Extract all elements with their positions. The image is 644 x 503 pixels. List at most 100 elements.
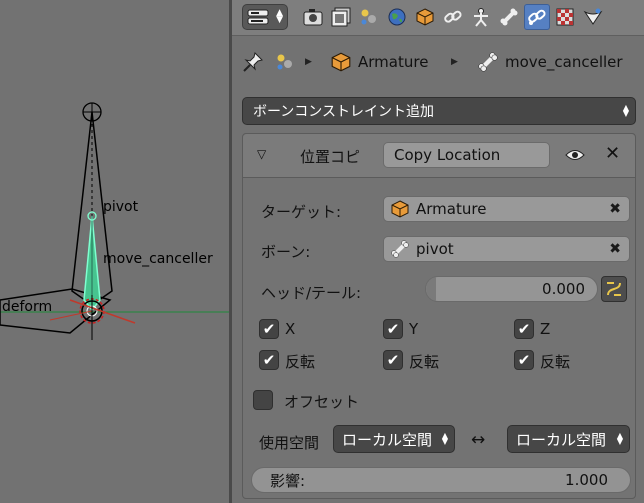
subtarget-bone-field[interactable]: pivot ✖ — [383, 236, 630, 262]
move-canceller-bone-label: move_canceller — [103, 251, 213, 267]
world-icon — [388, 8, 406, 26]
tab-scene[interactable] — [356, 4, 382, 30]
tab-bone[interactable] — [496, 4, 522, 30]
influence-value: 1.000 — [565, 471, 608, 489]
tab-particles[interactable] — [580, 4, 606, 30]
constraint-header: ▽ 位置コピ Copy Location ✕ — [243, 134, 635, 178]
tab-render[interactable] — [300, 4, 326, 30]
use-z-checkbox[interactable]: ✔ — [514, 319, 534, 339]
use-y-checkbox[interactable]: ✔ — [383, 319, 403, 339]
checkmark-icon: ✔ — [386, 319, 400, 338]
offset-checkbox[interactable] — [253, 390, 273, 410]
collapse-toggle-icon[interactable]: ▽ — [257, 147, 266, 161]
checkmark-icon: ✔ — [386, 350, 400, 369]
tab-render-layers[interactable] — [328, 4, 354, 30]
owner-space-dropdown[interactable]: ローカル空間 ▲ ▼ — [333, 425, 455, 453]
influence-label: 影響: — [270, 471, 306, 490]
deform-bone-label: deform — [2, 299, 53, 315]
bone-constraint-icon — [528, 9, 546, 25]
pivot-bone-label: pivot — [103, 199, 139, 215]
object-icon — [331, 52, 351, 72]
constraint-type-label: 位置コピ — [300, 148, 361, 166]
bone-name: move_canceller — [505, 53, 623, 71]
bbone-curve-icon — [607, 282, 621, 296]
tab-object[interactable] — [412, 4, 438, 30]
updown-icon: ▲ ▼ — [441, 431, 448, 446]
scene-icon — [361, 9, 376, 25]
use-x-checkbox[interactable]: ✔ — [259, 319, 279, 339]
invert-z-label: 反転 — [540, 353, 571, 371]
invert-x-label: 反転 — [285, 353, 316, 371]
checkmark-icon: ✔ — [262, 319, 276, 338]
head-tail-slider[interactable]: 0.000 — [425, 276, 598, 302]
object-icon — [416, 8, 434, 26]
properties-editor-icon — [247, 9, 269, 25]
checkmark-icon: ✔ — [517, 319, 531, 338]
properties-toolbar: ▲ ▼ — [232, 0, 644, 36]
slider-fill — [426, 277, 436, 301]
invert-y-checkbox[interactable]: ✔ — [383, 350, 403, 370]
clear-target-icon[interactable]: ✖ — [609, 201, 621, 217]
tab-texture[interactable] — [552, 4, 578, 30]
target-space-dropdown[interactable]: ローカル空間 ▲ ▼ — [507, 425, 630, 453]
breadcrumb-arrow-icon: ▶ — [451, 57, 458, 67]
bone-breadcrumb[interactable]: move_canceller — [477, 51, 623, 73]
object-breadcrumb[interactable]: Armature — [330, 51, 428, 73]
breadcrumb-arrow-icon: ▶ — [305, 57, 312, 67]
pin-icon — [243, 52, 263, 72]
target-space-value: ローカル空間 — [516, 430, 607, 449]
bone-icon — [478, 52, 498, 72]
use-y-label: Y — [409, 320, 419, 338]
bone-value: pivot — [416, 240, 454, 258]
bone-label: ボーン: — [261, 243, 311, 261]
scene-icon — [277, 54, 292, 70]
constraint-name-field[interactable]: Copy Location — [383, 142, 550, 168]
add-bone-constraint-dropdown[interactable]: ボーンコンストレイント追加 ▲ ▼ — [242, 97, 636, 125]
clear-bone-icon[interactable]: ✖ — [609, 241, 621, 257]
add-constraint-label: ボーンコンストレイント追加 — [253, 104, 435, 120]
use-z-label: Z — [540, 320, 551, 338]
texture-icon — [556, 8, 574, 26]
object-data-armature-icon — [474, 8, 488, 27]
invert-y-label: 反転 — [409, 353, 440, 371]
editor-type-button[interactable]: ▲ ▼ — [242, 4, 288, 30]
copy-location-constraint-panel: ▽ 位置コピ Copy Location ✕ ターゲット: Armature ✖… — [242, 133, 636, 499]
particles-icon — [583, 8, 603, 25]
delete-constraint-icon[interactable]: ✕ — [605, 143, 620, 164]
owner-space-value: ローカル空間 — [342, 430, 433, 449]
updown-icon: ▲ ▼ — [622, 103, 629, 118]
space-arrow: ↔ — [471, 430, 486, 450]
invert-x-checkbox[interactable]: ✔ — [259, 350, 279, 370]
tab-bone-constraints[interactable] — [524, 4, 550, 30]
tab-armature-data[interactable] — [468, 4, 494, 30]
scene-breadcrumb[interactable] — [274, 51, 296, 73]
offset-label: オフセット — [284, 393, 360, 411]
invert-z-checkbox[interactable]: ✔ — [514, 350, 534, 370]
object-name: Armature — [358, 53, 429, 71]
render-layers-icon — [331, 7, 351, 27]
use-x-label: X — [285, 320, 296, 338]
3d-viewport[interactable]: pivot move_canceller deform — [0, 0, 229, 503]
space-label: 使用空間 — [259, 434, 320, 452]
use-bbone-shape-button[interactable] — [601, 276, 627, 302]
checkmark-icon: ✔ — [262, 350, 276, 369]
head-tail-value: 0.000 — [542, 280, 585, 298]
pin-button[interactable] — [242, 51, 264, 73]
properties-panel: ▲ ▼ ▶ Armature ▶ move_canceller ボーンコンストレ… — [232, 0, 644, 503]
constraint-name: Copy Location — [394, 146, 501, 164]
influence-slider[interactable]: 影響: 1.000 — [251, 467, 631, 493]
checkmark-icon: ✔ — [517, 350, 531, 369]
constraint-icon — [444, 10, 462, 23]
eye-icon[interactable] — [565, 147, 585, 163]
target-value: Armature — [416, 200, 487, 218]
bone-icon — [500, 8, 518, 26]
bone-icon — [391, 240, 409, 258]
object-icon — [391, 200, 409, 218]
tab-object-constraints[interactable] — [440, 4, 466, 30]
updown-icon: ▲ ▼ — [616, 431, 623, 446]
target-field[interactable]: Armature ✖ — [383, 196, 630, 222]
target-label: ターゲット: — [261, 203, 342, 221]
tab-world[interactable] — [384, 4, 410, 30]
updown-icon: ▲ ▼ — [276, 8, 283, 25]
breadcrumb: ▶ Armature ▶ move_canceller — [232, 44, 644, 80]
